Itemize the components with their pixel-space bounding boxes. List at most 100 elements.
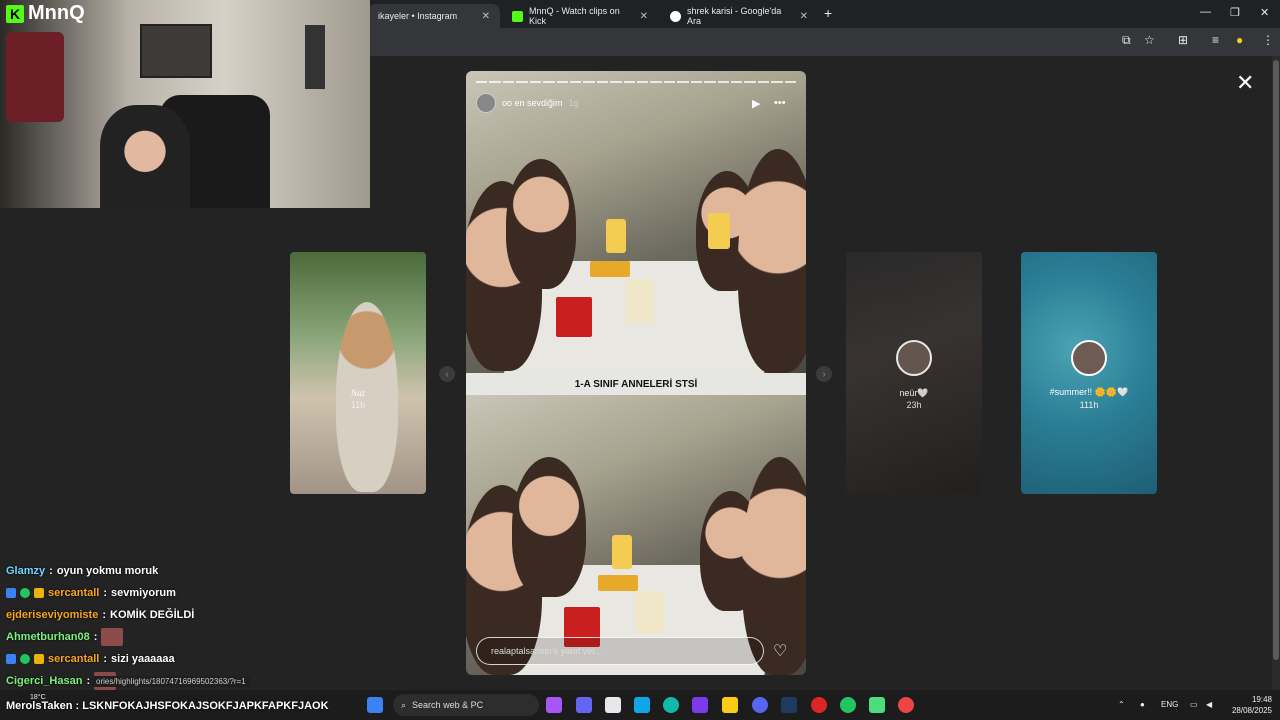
chat-message: Glamzy: oyun yokmu moruk [6, 565, 159, 577]
story-username[interactable]: oo en sevdiğim [502, 98, 563, 108]
tab-label: ikayeler • Instagram [378, 11, 458, 21]
spotify-icon[interactable] [840, 697, 856, 713]
store-icon[interactable] [605, 697, 621, 713]
story-caption: 1-A SINIF ANNELERİ STSİ [466, 373, 806, 395]
side-story-naz[interactable]: Naz 11h [290, 252, 426, 494]
tab-kick[interactable]: MnnQ - Watch clips on Kick ✕ [502, 4, 658, 28]
menu-icon[interactable]: ⋮ [1262, 33, 1274, 47]
folder-icon[interactable] [722, 697, 738, 713]
side-story-time: 23h [906, 400, 922, 410]
edge-icon[interactable] [663, 697, 679, 713]
avatar [896, 340, 932, 376]
verified-icon [20, 588, 30, 598]
scrollbar-thumb[interactable] [1273, 60, 1279, 660]
search-icon: ⌕ [401, 699, 407, 710]
chat-text: LSKNFOKAJHSFOKAJSOKFJAPKFAPKFJAOK [82, 700, 329, 712]
side-story-name: #summer!! 🌼🌼🤍 [1049, 387, 1129, 397]
wall-frame [305, 25, 325, 89]
teams-icon[interactable] [692, 697, 708, 713]
play-icon[interactable]: ▶ [752, 97, 760, 110]
mic-icon[interactable]: ● [1140, 700, 1145, 709]
tab-google[interactable]: shrek karisi - Google'da Ara ✕ [660, 4, 818, 28]
install-icon[interactable]: ⧉ [1122, 33, 1131, 48]
side-story-time: 111h [1079, 400, 1099, 410]
kick-icon [512, 10, 523, 22]
tab-instagram[interactable]: ikayeler • Instagram ✕ [368, 4, 500, 28]
outlook-icon[interactable] [634, 697, 650, 713]
chat-user: Ahmetburhan08 [6, 631, 90, 643]
wall-poster [140, 24, 212, 78]
clock-time: 19:48 [1251, 695, 1272, 704]
side-story-neur[interactable]: neür🤍 23h [846, 252, 982, 494]
story-header: oo en sevdiğim 1g [476, 93, 579, 113]
network-icon[interactable]: ▭ [1190, 700, 1198, 709]
reply-input[interactable]: realaptalsarisin'e yanıt ver... [476, 637, 764, 665]
avatar [1071, 340, 1107, 376]
more-options-icon[interactable]: ••• [774, 97, 786, 109]
heart-icon[interactable]: ♡ [773, 641, 787, 661]
side-story-name: Naz [350, 388, 365, 398]
app-icon[interactable] [576, 697, 592, 713]
steam-icon[interactable] [781, 697, 797, 713]
subscriber-icon [34, 588, 44, 598]
badge-icon [6, 654, 16, 664]
tab-close-icon[interactable]: ✕ [800, 11, 808, 22]
mcdonalds-bag-icon [556, 297, 592, 337]
media-icon[interactable]: ≡ [1212, 33, 1219, 47]
emote-icon [101, 628, 124, 646]
tab-close-icon[interactable]: ✕ [640, 11, 648, 22]
brand-name: MnnQ [28, 2, 85, 24]
new-tab-button[interactable]: + [824, 5, 832, 21]
close-story-icon[interactable]: ✕ [1236, 70, 1254, 96]
subscriber-icon [34, 654, 44, 664]
chat-message: sercantall: sevmiyorum [6, 582, 336, 604]
chat-user: ejderiseviyomiste [6, 609, 99, 621]
tab-label: shrek karisi - Google'da Ara [687, 6, 782, 26]
discord-icon[interactable] [752, 697, 768, 713]
start-icon[interactable] [367, 697, 383, 713]
chat-user: MerolsTaken [6, 700, 73, 712]
side-story-name: neür🤍 [899, 388, 929, 398]
streamer-webcam: K MnnQ [0, 0, 370, 208]
tab-label: MnnQ - Watch clips on Kick [529, 6, 620, 26]
app-icon[interactable] [811, 697, 827, 713]
taskbar-clock[interactable]: 19:48 28/08/2025 [1226, 694, 1272, 716]
google-icon [670, 10, 681, 22]
copilot-icon[interactable] [546, 697, 562, 713]
language-indicator[interactable]: ENG [1161, 700, 1178, 709]
main-story[interactable]: 1-A SINIF ANNELERİ STSİ oo en sevdiğim 1… [466, 71, 806, 675]
chat-user: sercantall [48, 587, 100, 599]
minimize-button[interactable]: — [1200, 6, 1211, 18]
extensions-icon[interactable]: ⊞ [1178, 33, 1188, 47]
volume-icon[interactable]: ◀ [1206, 700, 1212, 709]
chrome-icon[interactable] [898, 697, 914, 713]
verified-icon [20, 654, 30, 664]
chat-message: sercantall: sizi yaaaaaa [6, 648, 336, 670]
star-icon[interactable]: ☆ [1144, 33, 1155, 47]
maximize-button[interactable]: ❐ [1230, 6, 1240, 19]
chevron-up-icon[interactable]: ⌃ [1118, 700, 1125, 709]
story-time: 1g [568, 98, 579, 108]
taskbar-search[interactable]: ⌕ Search web & PC [393, 694, 539, 716]
tab-close-icon[interactable]: ✕ [482, 11, 490, 22]
profile-icon[interactable]: ● [1236, 33, 1243, 47]
chat-message: ejderiseviyomiste: KOMİK DEĞİLDİ [6, 609, 195, 621]
screen: ikayeler • Instagram ✕ MnnQ - Watch clip… [0, 0, 1280, 720]
search-placeholder: Search web & PC [412, 700, 484, 710]
chat-text: sevmiyorum [111, 587, 176, 599]
chat-text: KOMİK DEĞİLDİ [110, 609, 195, 621]
avatar[interactable] [476, 93, 496, 113]
side-story-summer[interactable]: #summer!! 🌼🌼🤍 111h [1021, 252, 1157, 494]
wall-jersey [6, 32, 64, 122]
previous-story-button[interactable]: ‹ [439, 366, 455, 382]
close-window-button[interactable]: ✕ [1260, 6, 1269, 19]
chat-message: Ahmetburhan08: [6, 626, 336, 648]
next-story-button[interactable]: › [816, 366, 832, 382]
kick-icon: K [6, 4, 24, 23]
story-photo-bottom [466, 395, 806, 675]
app-icon[interactable] [869, 697, 885, 713]
chat-text: oyun yokmu moruk [56, 565, 159, 577]
chat-user: Cigerci_Hasan [6, 675, 83, 687]
chat-text: sizi yaaaaaa [111, 653, 175, 665]
chat-user: Glamzy [6, 565, 46, 577]
